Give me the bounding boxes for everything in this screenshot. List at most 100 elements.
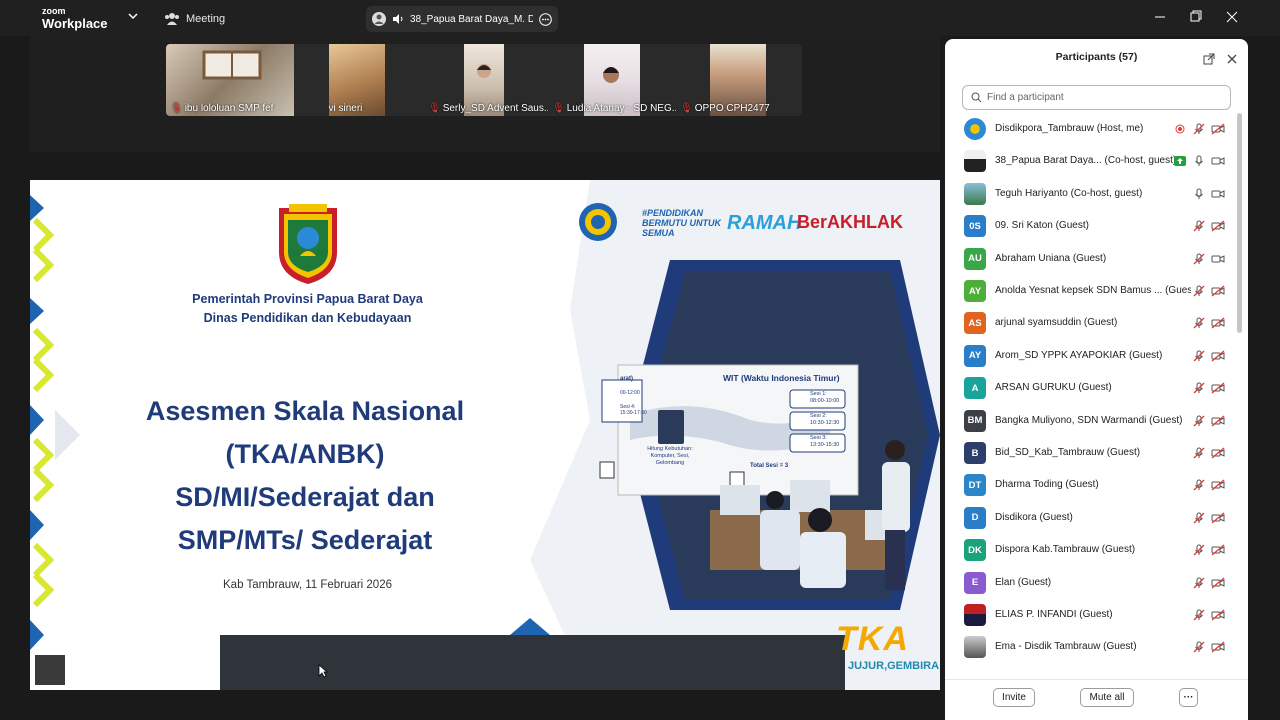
- more-button[interactable]: ···: [1179, 688, 1198, 707]
- participant-row[interactable]: E Elan (Guest): [945, 567, 1235, 599]
- participant-name: Bangka Muliyono, SDN Warmandi (Guest): [995, 414, 1183, 426]
- title-line3: SD/MI/Sederajat dan: [175, 482, 435, 512]
- participant-avatar: DK: [964, 539, 986, 562]
- video-tile[interactable]: 🎙selvi sineri: [329, 44, 385, 116]
- video-off-icon[interactable]: [1211, 415, 1225, 427]
- muted-mic-icon[interactable]: [1193, 641, 1205, 653]
- board-left-times: 00-12:00 Sesi 4: 15:30-17:30: [620, 390, 647, 416]
- participant-row[interactable]: D Disdikora (Guest): [945, 502, 1235, 534]
- video-tile[interactable]: 🎙 Ludia Atanay - SD NEG...: [548, 44, 676, 116]
- participant-list-scrollbar[interactable]: [1237, 113, 1242, 333]
- participant-row[interactable]: AY Arom_SD YPPK AYAPOKIAR (Guest): [945, 340, 1235, 372]
- muted-mic-icon[interactable]: [1193, 609, 1205, 621]
- mic-icon[interactable]: [1193, 155, 1205, 167]
- video-off-icon[interactable]: [1211, 382, 1225, 394]
- close-window-icon[interactable]: [1222, 8, 1242, 26]
- filmstrip-tiles: 🎙ibu lololuan SMP fef 🎙selvi sineri 🎙Ser…: [166, 44, 802, 116]
- meeting-tab[interactable]: Meeting: [164, 10, 225, 28]
- participant-name: Disdikora (Guest): [995, 511, 1073, 523]
- participant-row[interactable]: 38_Papua Barat Daya... (Co-host, guest): [945, 145, 1235, 177]
- participant-row[interactable]: ELIAS P. INFANDI (Guest): [945, 599, 1235, 631]
- muted-mic-icon[interactable]: [1193, 544, 1205, 556]
- video-off-icon[interactable]: [1211, 447, 1225, 459]
- muted-mic-icon[interactable]: [1193, 285, 1205, 297]
- participant-row[interactable]: B Bid_SD_Kab_Tambrauw (Guest): [945, 437, 1235, 469]
- video-off-icon[interactable]: [1211, 220, 1225, 232]
- pendidikan-bermutu-logo: #PENDIDIKAN BERMUTU UNTUK SEMUA: [642, 208, 721, 238]
- participant-row[interactable]: DK Dispora Kab.Tambrauw (Guest): [945, 534, 1235, 566]
- participant-name: Ema - Disdik Tambrauw (Guest): [995, 641, 1137, 653]
- muted-mic-icon[interactable]: [1193, 350, 1205, 362]
- muted-mic-icon[interactable]: [1193, 123, 1205, 135]
- participant-row[interactable]: AS arjunal syamsuddin (Guest): [945, 307, 1235, 339]
- shared-screen: #PENDIDIKAN BERMUTU UNTUK SEMUA RAMAH Be…: [30, 180, 940, 690]
- video-icon[interactable]: [1211, 155, 1225, 167]
- participant-avatar: DT: [964, 474, 986, 497]
- video-off-icon[interactable]: [1211, 544, 1225, 556]
- muted-mic-icon[interactable]: [1193, 415, 1205, 427]
- minimize-icon[interactable]: [1150, 8, 1170, 26]
- participant-row[interactable]: BM Bangka Muliyono, SDN Warmandi (Guest): [945, 405, 1235, 437]
- participant-row[interactable]: Ema - Disdik Tambrauw (Guest): [945, 631, 1235, 663]
- participant-row[interactable]: AY Anolda Yesnat kepsek SDN Bamus ... (Gu…: [945, 275, 1235, 307]
- participant-search[interactable]: [962, 85, 1231, 110]
- search-input[interactable]: [987, 92, 1217, 103]
- gov-line1: Pemerintah Provinsi Papua Barat Daya: [192, 292, 423, 306]
- participant-avatar: [964, 604, 986, 626]
- mute-all-button[interactable]: Mute all: [1080, 688, 1134, 707]
- recording-icon: [1175, 124, 1185, 134]
- participant-name: Disdikpora_Tambrauw (Host, me): [995, 123, 1144, 134]
- more-options-icon[interactable]: [539, 12, 552, 26]
- video-off-icon[interactable]: [1211, 350, 1225, 362]
- participant-name: ELIAS P. INFANDI (Guest): [995, 609, 1113, 620]
- screen-share-indicator[interactable]: 38_Papua Barat Daya_M. Dwi: [366, 6, 558, 32]
- video-off-icon[interactable]: [1211, 479, 1225, 491]
- participant-row[interactable]: Teguh Hariyanto (Co-host, guest): [945, 178, 1235, 210]
- muted-mic-icon[interactable]: [1193, 253, 1205, 265]
- video-off-icon[interactable]: [1211, 285, 1225, 297]
- participant-name: arjunal syamsuddin (Guest): [995, 317, 1118, 329]
- participant-row[interactable]: DT Dharma Toding (Guest): [945, 469, 1235, 501]
- muted-mic-icon[interactable]: [1193, 577, 1205, 589]
- muted-mic-icon[interactable]: [1193, 447, 1205, 459]
- board-sesi3: Sesi 3: 13:30-15:30: [810, 435, 840, 448]
- muted-mic-icon[interactable]: [1193, 512, 1205, 524]
- video-off-icon[interactable]: [1211, 123, 1225, 135]
- video-tile[interactable]: 🎙 Serly_SD Advent Saus...: [424, 44, 548, 116]
- mic-icon[interactable]: [1193, 188, 1205, 200]
- video-icon[interactable]: [1211, 188, 1225, 200]
- video-off-icon[interactable]: [1211, 577, 1225, 589]
- video-tile[interactable]: 🎙 OPPO CPH2477: [676, 44, 802, 116]
- berakhlak-logo: BerAKHLAK: [797, 212, 904, 232]
- muted-mic-icon[interactable]: [1193, 479, 1205, 491]
- close-panel-icon[interactable]: [1226, 53, 1238, 65]
- zoom-workplace-menu[interactable]: zoom Workplace: [42, 6, 108, 31]
- muted-mic-icon[interactable]: [1193, 317, 1205, 329]
- board-total: Total Sesi = 3: [750, 463, 789, 469]
- chevron-down-icon[interactable]: [128, 11, 138, 21]
- participant-name-label: 🎙 OPPO CPH2477: [680, 103, 770, 114]
- video-off-icon[interactable]: [1211, 641, 1225, 653]
- muted-mic-icon[interactable]: [1193, 220, 1205, 232]
- invite-button[interactable]: Invite: [993, 688, 1035, 707]
- video-off-icon[interactable]: [1211, 512, 1225, 524]
- title-line4: SMP/MTs/ Sederajat: [177, 525, 433, 555]
- video-tile[interactable]: 🎙 ibu lololuan SMP fef: [166, 44, 294, 116]
- participant-name: Abraham Uniana (Guest): [995, 252, 1107, 264]
- participant-avatar: [964, 182, 986, 205]
- video-off-icon[interactable]: [1211, 609, 1225, 621]
- participant-name-label: 🎙selvi sineri: [329, 103, 363, 114]
- participant-name: Dispora Kab.Tambrauw (Guest): [995, 544, 1136, 556]
- title-line2: (TKA/ANBK): [225, 439, 385, 469]
- participant-row[interactable]: AU Abraham Uniana (Guest): [945, 243, 1235, 275]
- restore-icon[interactable]: [1186, 8, 1206, 26]
- participant-row[interactable]: Disdikpora_Tambrauw (Host, me): [945, 113, 1235, 145]
- muted-mic-icon[interactable]: [1193, 382, 1205, 394]
- participant-avatar: [964, 150, 986, 173]
- popout-icon[interactable]: [1203, 53, 1215, 65]
- video-off-icon[interactable]: [1211, 317, 1225, 329]
- video-icon[interactable]: [1211, 253, 1225, 265]
- participant-row[interactable]: 0S 09. Sri Katon (Guest): [945, 210, 1235, 242]
- speaker-icon: [393, 14, 403, 24]
- participant-row[interactable]: A ARSAN GURUKU (Guest): [945, 372, 1235, 404]
